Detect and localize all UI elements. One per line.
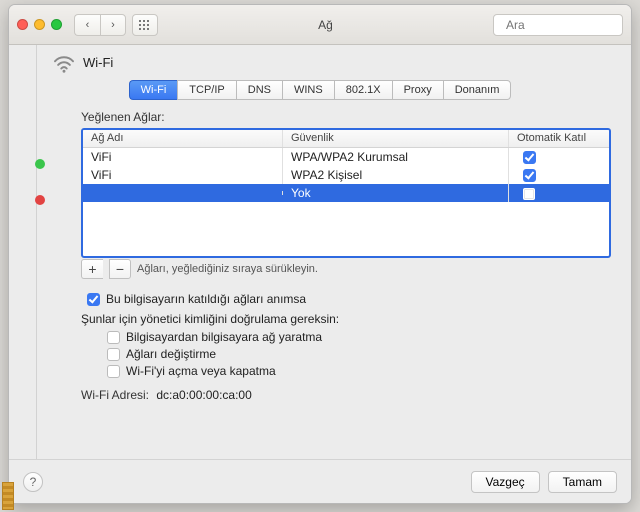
tab-wifi[interactable]: Wi-Fi xyxy=(129,80,178,100)
window-title: Ağ xyxy=(164,18,487,32)
wifi-address-value: dc:a0:00:00:ca:00 xyxy=(156,388,251,402)
table-body: ViFi WPA/WPA2 Kurumsal ViFi WPA2 Kişisel… xyxy=(83,148,609,202)
tab-proxy[interactable]: Proxy xyxy=(392,80,443,100)
minimize-icon[interactable] xyxy=(34,19,45,30)
admin-toggle-wifi-option[interactable]: Wi-Fi'yi açma veya kapatma xyxy=(101,364,611,378)
cell-auto[interactable] xyxy=(509,148,609,166)
option-label: Bilgisayardan bilgisayara ağ yaratma xyxy=(126,330,322,344)
tab-dns[interactable]: DNS xyxy=(236,80,282,100)
nav-back-forward: ‹ › xyxy=(74,14,126,36)
option-label: Ağları değiştirme xyxy=(126,347,216,361)
cell-auto[interactable] xyxy=(509,184,609,202)
zoom-icon[interactable] xyxy=(51,19,62,30)
ruler-icon xyxy=(2,482,14,510)
tab-tcpip[interactable]: TCP/IP xyxy=(177,80,235,100)
cell-name xyxy=(83,191,283,195)
preferred-networks-label: Yeğlenen Ağlar: xyxy=(81,110,611,124)
checkbox-admin-change-networks[interactable] xyxy=(107,348,120,361)
status-dot-red-icon xyxy=(35,195,45,205)
preferred-networks-table[interactable]: Ağ Adı Güvenlik Otomatik Katıl ViFi WPA/… xyxy=(81,128,611,258)
remember-networks-option[interactable]: Bu bilgisayarın katıldığı ağları anımsa xyxy=(81,292,611,306)
col-auto-join[interactable]: Otomatik Katıl xyxy=(509,130,609,147)
help-button[interactable]: ? xyxy=(23,472,43,492)
admin-change-networks-option[interactable]: Ağları değiştirme xyxy=(101,347,611,361)
remove-network-button[interactable]: − xyxy=(109,259,131,279)
add-network-button[interactable]: + xyxy=(81,259,103,279)
search-input[interactable] xyxy=(504,17,632,33)
col-network-name[interactable]: Ağ Adı xyxy=(83,130,283,147)
cell-security: WPA2 Kişisel xyxy=(283,166,509,184)
table-header: Ağ Adı Güvenlik Otomatik Katıl xyxy=(83,130,609,148)
checkbox-admin-toggle-wifi[interactable] xyxy=(107,365,120,378)
cancel-button[interactable]: Vazgeç xyxy=(471,471,540,493)
tab-bar: Wi-Fi TCP/IP DNS WINS 802.1X Proxy Donan… xyxy=(129,80,512,100)
wifi-address-row: Wi-Fi Adresi: dc:a0:00:00:ca:00 xyxy=(81,388,611,402)
wifi-address-label: Wi-Fi Adresi: xyxy=(81,388,149,402)
options: Bu bilgisayarın katıldığı ağları anımsa … xyxy=(81,292,611,402)
show-all-button[interactable] xyxy=(132,14,158,36)
drag-hint: Ağları, yeğlediğiniz sıraya sürükleyin. xyxy=(137,263,318,275)
table-row[interactable]: Yok xyxy=(83,184,609,202)
ok-button[interactable]: Tamam xyxy=(548,471,617,493)
forward-button[interactable]: › xyxy=(100,14,126,36)
option-label: Wi-Fi'yi açma veya kapatma xyxy=(126,364,276,378)
preferences-window: ‹ › Ağ Wi-Fi Wi-Fi TCP/IP DNS WINS 802.1… xyxy=(8,4,632,504)
col-security[interactable]: Güvenlik xyxy=(283,130,509,147)
checkbox-remember[interactable] xyxy=(87,293,100,306)
admin-auth-label: Şunlar için yönetici kimliğini doğrulama… xyxy=(81,312,611,326)
tab-hardware[interactable]: Donanım xyxy=(443,80,512,100)
checkbox-auto-join[interactable] xyxy=(523,188,535,200)
service-header: Wi-Fi xyxy=(9,45,631,74)
footer: ? Vazgeç Tamam xyxy=(9,459,631,503)
remember-label: Bu bilgisayarın katıldığı ağları anımsa xyxy=(106,292,306,306)
table-row[interactable]: ViFi WPA/WPA2 Kurumsal xyxy=(83,148,609,166)
checkbox-admin-create-adhoc[interactable] xyxy=(107,331,120,344)
back-button[interactable]: ‹ xyxy=(74,14,100,36)
tab-content-wifi: Yeğlenen Ağlar: Ağ Adı Güvenlik Otomatik… xyxy=(81,110,611,402)
cell-security: Yok xyxy=(283,184,509,202)
checkbox-auto-join[interactable] xyxy=(523,169,536,182)
wifi-icon xyxy=(53,55,75,73)
window-controls xyxy=(17,19,62,30)
checkbox-auto-join[interactable] xyxy=(523,151,536,164)
table-row[interactable]: ViFi WPA2 Kişisel xyxy=(83,166,609,184)
cell-security: WPA/WPA2 Kurumsal xyxy=(283,148,509,166)
cell-auto[interactable] xyxy=(509,166,609,184)
admin-create-adhoc-option[interactable]: Bilgisayardan bilgisayara ağ yaratma xyxy=(101,330,611,344)
service-title: Wi-Fi xyxy=(83,55,113,70)
grid-icon xyxy=(139,20,151,30)
cell-name: ViFi xyxy=(83,148,283,166)
table-actions: + − Ağları, yeğlediğiniz sıraya sürükley… xyxy=(81,258,611,280)
search-field[interactable] xyxy=(493,14,623,36)
status-dot-green-icon xyxy=(35,159,45,169)
close-icon[interactable] xyxy=(17,19,28,30)
toolbar: ‹ › Ağ xyxy=(9,5,631,45)
sidebar-sliver xyxy=(17,45,37,503)
tab-wins[interactable]: WINS xyxy=(282,80,334,100)
tab-8021x[interactable]: 802.1X xyxy=(334,80,392,100)
cell-name: ViFi xyxy=(83,166,283,184)
